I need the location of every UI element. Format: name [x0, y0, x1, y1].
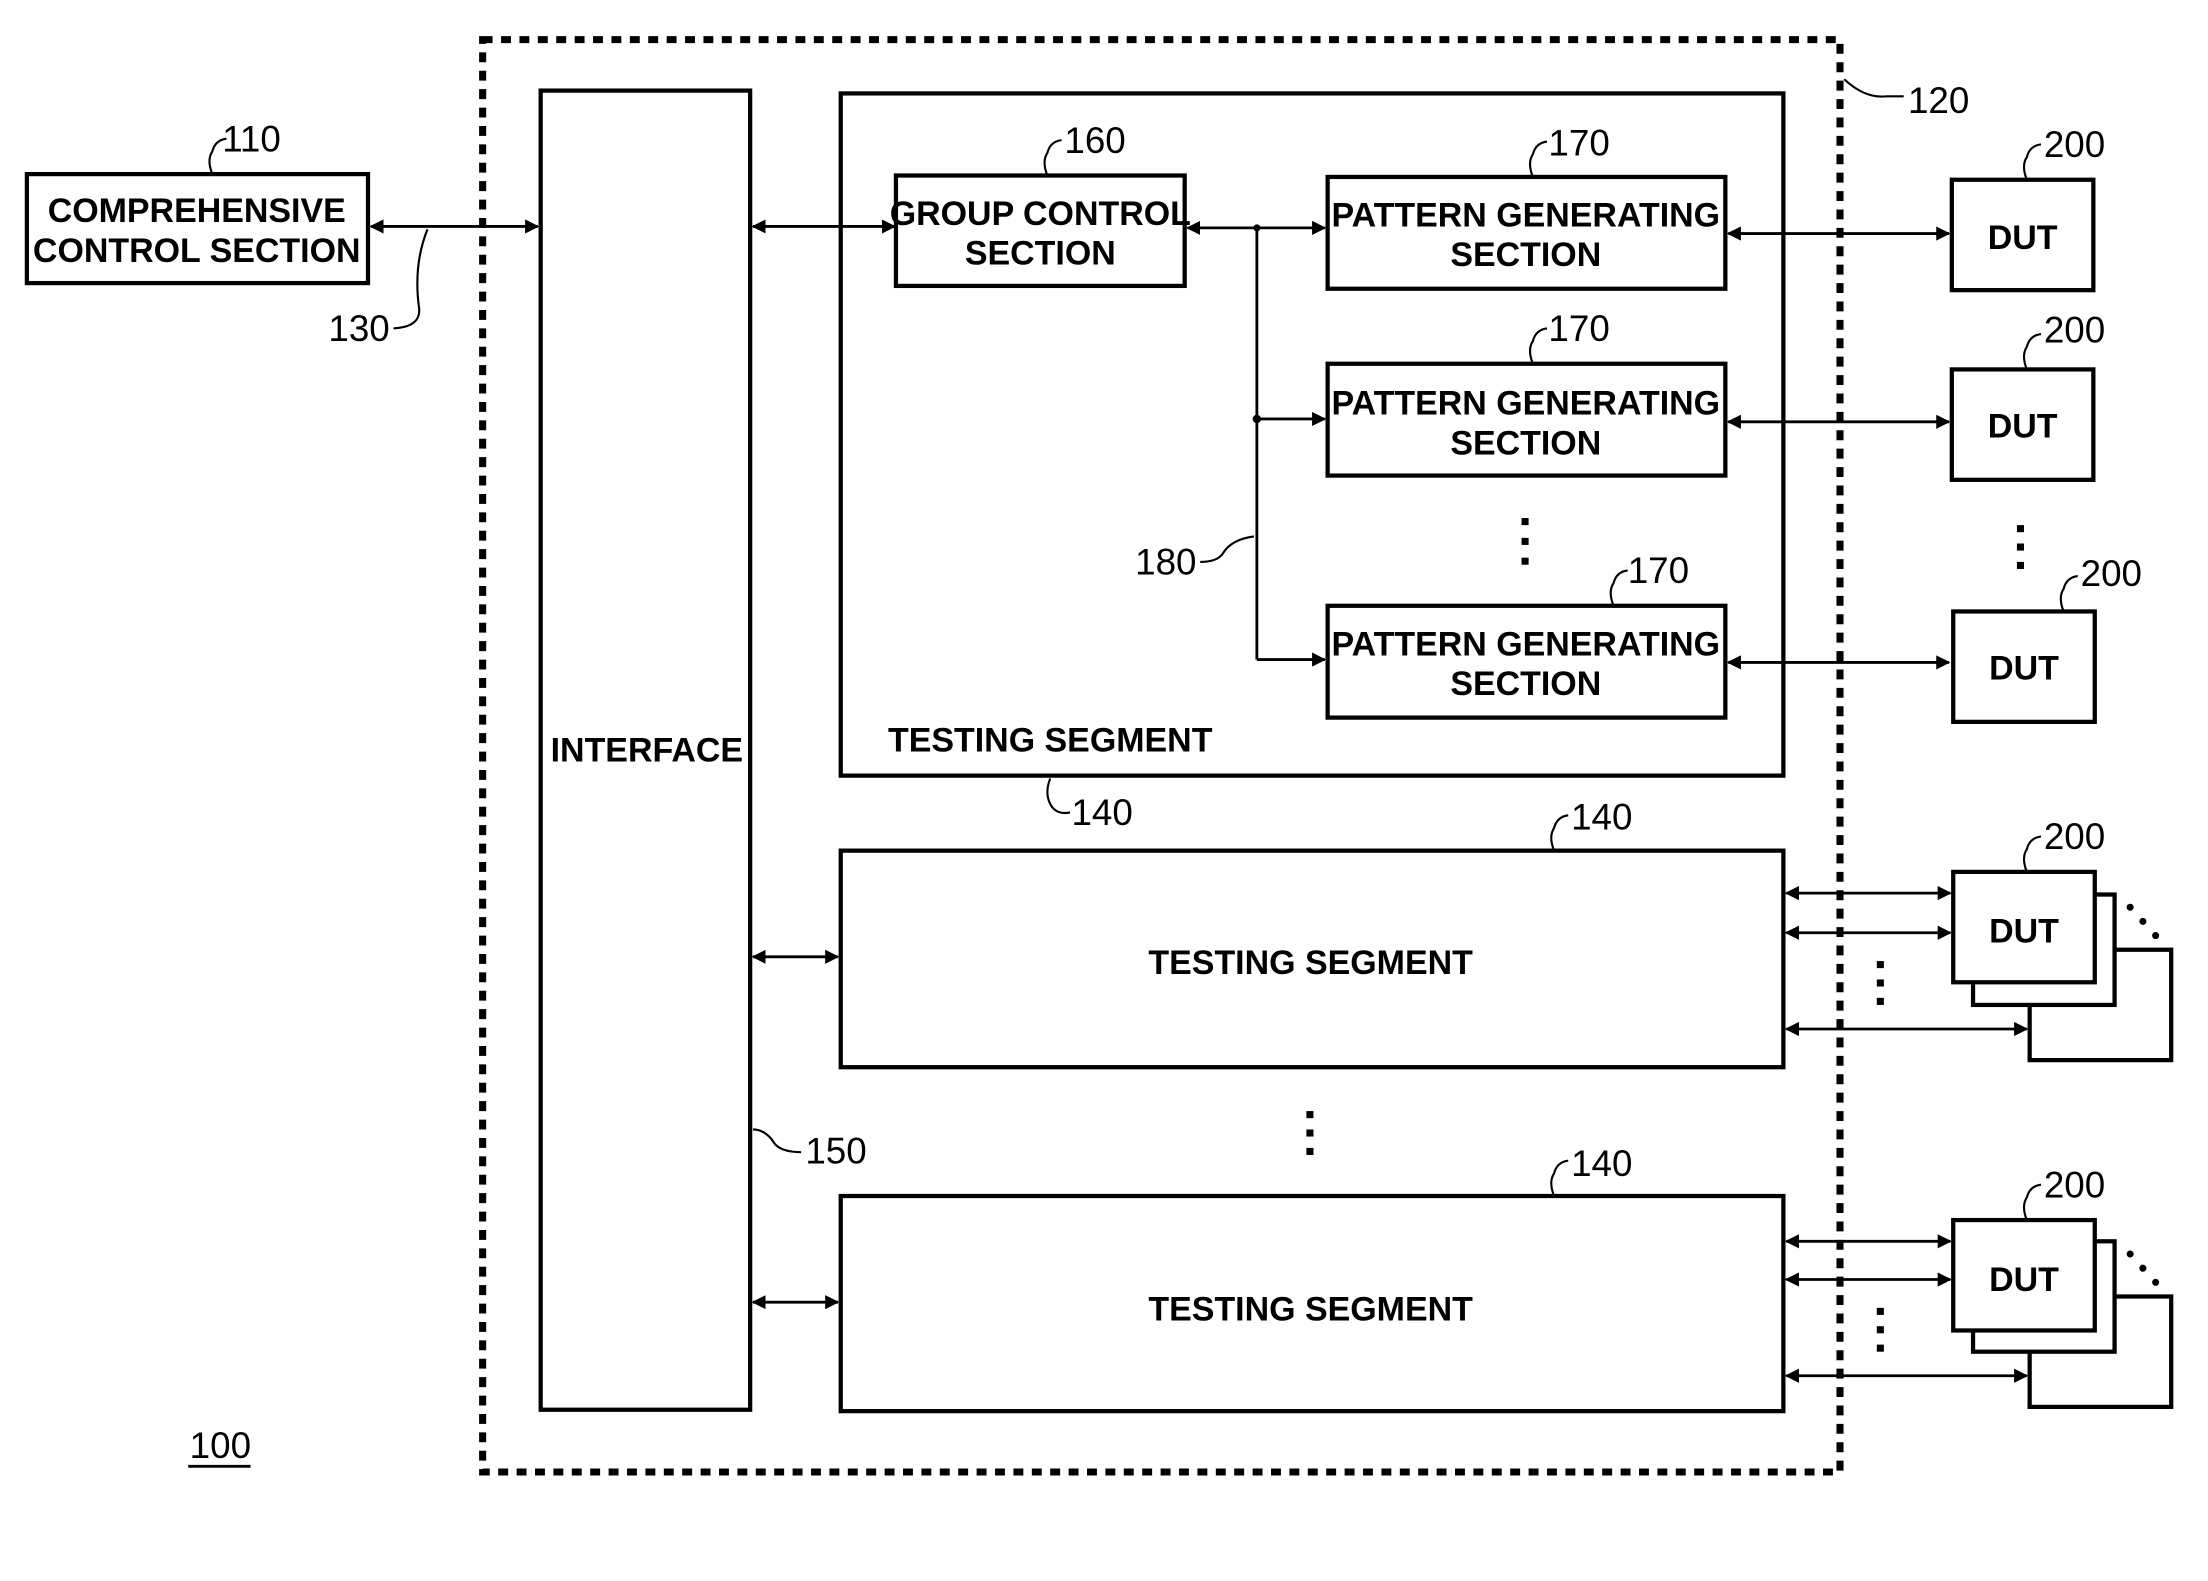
bus-junction [1253, 224, 1261, 232]
comprehensive-label-line2: CONTROL SECTION [33, 232, 361, 270]
testing-segment-3-label: TESTING SEGMENT [1148, 1291, 1473, 1329]
seg2-ref: 140 [1571, 796, 1632, 837]
seg2-ref-leader [1550, 814, 1569, 852]
pattern-generating-section-2: PATTERN GENERATING SECTION [1325, 361, 1728, 478]
bus-ref-leader [393, 228, 429, 330]
dut-1-label: DUT [1988, 219, 2058, 257]
dut-3-ref-leader [2059, 575, 2078, 612]
testing-segment-2: TESTING SEGMENT [838, 848, 1786, 1070]
ellipsis-dut [2016, 525, 2024, 569]
dut-stack-2-ref-leader [2022, 835, 2042, 873]
group-control-section: GROUP CONTROL SECTION [890, 173, 1191, 289]
pg2-label-line1: PATTERN GENERATING [1331, 385, 1720, 423]
interface-ref: 150 [805, 1130, 866, 1171]
seg3-ref: 140 [1571, 1143, 1632, 1184]
pg3-ref: 170 [1628, 550, 1689, 591]
dut-2-label: DUT [1988, 407, 2058, 445]
group-control-label-line1: GROUP CONTROL [890, 195, 1191, 233]
dut-2-ref: 200 [2044, 310, 2105, 351]
dut-stack-3-ref: 200 [2044, 1164, 2105, 1205]
pg1-ref: 170 [1548, 123, 1609, 164]
dut-stack-2: DUT [1951, 869, 2174, 1063]
comprehensive-label-line1: COMPREHENSIVE [48, 192, 346, 230]
testing-segment-2-label: TESTING SEGMENT [1148, 944, 1473, 982]
dut-1: DUT [1949, 177, 2096, 293]
pattern-generating-section-1: PATTERN GENERATING SECTION [1325, 174, 1728, 291]
dut-stack-3-label: DUT [1989, 1261, 2059, 1299]
bus-ref: 130 [328, 308, 389, 349]
dut-stack-2-ref: 200 [2044, 816, 2105, 857]
interface-ref-leader [752, 1128, 802, 1154]
ellipsis-seg2-arrows [1876, 961, 1884, 1005]
tester-ref-leader [1843, 78, 1904, 98]
comprehensive-control-section: COMPREHENSIVE CONTROL SECTION [24, 171, 371, 286]
dut-2-ref-leader [2022, 332, 2042, 370]
group-control-ref: 160 [1064, 120, 1125, 161]
comprehensive-ref: 110 [222, 118, 281, 159]
interface-label: INTERFACE [551, 731, 743, 769]
block-diagram: 120 COMPREHENSIVE CONTROL SECTION 110 13… [24, 36, 2174, 1476]
figure-label: 100 [190, 1425, 251, 1466]
group-control-label-line2: SECTION [965, 235, 1116, 273]
testing-segment-main-label: TESTING SEGMENT [888, 722, 1213, 760]
pg1-label-line2: SECTION [1450, 236, 1601, 274]
tester-ref: 120 [1908, 80, 1969, 121]
dut-1-ref: 200 [2044, 124, 2105, 165]
segment-main-ref: 140 [1071, 792, 1132, 833]
dut-2: DUT [1949, 367, 2096, 482]
ellipsis-seg3-arrows [1876, 1307, 1884, 1352]
ellipsis-pg [1521, 518, 1529, 565]
seg3-ref-leader [1550, 1159, 1569, 1197]
pg3-label-line2: SECTION [1450, 665, 1601, 703]
dut-1-ref-leader [2022, 143, 2042, 181]
dut-3: DUT [1951, 609, 2097, 724]
interface-block: INTERFACE [538, 88, 753, 1412]
segment-main-ref-leader [1046, 778, 1071, 815]
dut-stack-3: DUT [1951, 1217, 2174, 1410]
pg1-label-line1: PATTERN GENERATING [1331, 196, 1720, 234]
internal-bus-ref: 180 [1135, 542, 1196, 583]
dut-stack-3-ref-leader [2022, 1183, 2042, 1221]
testing-segment-3: TESTING SEGMENT [838, 1193, 1786, 1414]
pg2-label-line2: SECTION [1450, 424, 1601, 462]
pg3-label-line1: PATTERN GENERATING [1331, 625, 1720, 663]
pattern-generating-section-3: PATTERN GENERATING SECTION [1325, 603, 1728, 720]
dut-stack-2-label: DUT [1989, 913, 2059, 951]
ellipsis-segments [1306, 1111, 1314, 1155]
dut-3-label: DUT [1989, 649, 2059, 687]
dut-3-ref: 200 [2081, 553, 2142, 594]
pg2-ref: 170 [1548, 308, 1609, 349]
